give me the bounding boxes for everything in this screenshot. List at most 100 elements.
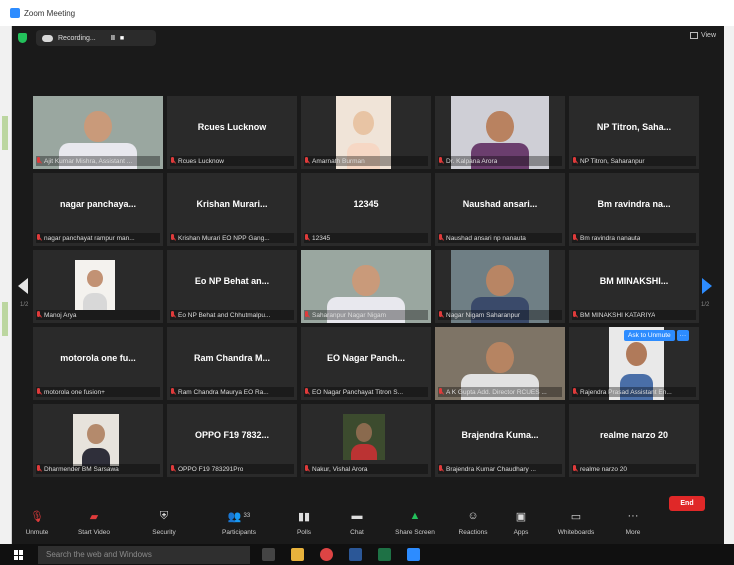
view-button[interactable]: View (689, 32, 716, 39)
share-screen-button[interactable]: ▲ Share Screen (390, 508, 440, 536)
arrow-right-icon (702, 278, 712, 294)
polls-icon: ▮▮ (297, 510, 311, 523)
participant-nameplate: Saharanpur Nagar Nigam (304, 310, 428, 320)
start-video-button[interactable]: ▰ Start Video (69, 508, 119, 537)
participant-tile[interactable]: A K Gupta Add. Director RCUES ... (435, 327, 565, 400)
participant-face (356, 423, 372, 442)
participant-display-name: Eo NP Behat an... (194, 276, 270, 286)
participant-tile[interactable]: Eo NP Behat an... Eo NP Behat and Chhutma… (167, 250, 297, 323)
task-view-icon[interactable] (262, 548, 275, 561)
participant-tile[interactable]: Ajit Kumar Mishra, Assistant ... (33, 96, 163, 169)
word-icon[interactable] (349, 548, 362, 561)
participants-button[interactable]: 👥 33 Participants (214, 508, 264, 537)
muted-mic-icon (170, 311, 176, 319)
participant-name-label: Rajendra Prasad Assistant En... (580, 388, 672, 396)
participant-tile[interactable]: nagar panchaya... nagar panchayat rampur … (33, 173, 163, 246)
screen: Zoom Meeting Recording... II ■ View 1/2 … (0, 0, 734, 565)
muted-mic-icon (572, 388, 578, 396)
participant-tile[interactable]: motorola one fu... motorola one fusion+ (33, 327, 163, 400)
previous-page-button[interactable] (18, 278, 28, 294)
participant-tile[interactable]: Nagar Nigam Saharanpur (435, 250, 565, 323)
muted-mic-icon (170, 234, 176, 242)
participant-tile[interactable]: 12345 12345 (301, 173, 431, 246)
reactions-button[interactable]: ☺ Reactions (448, 508, 498, 536)
participant-count: 33 (243, 513, 251, 519)
participant-tile[interactable]: Ram Chandra M... Ram Chandra Maurya EO Ra… (167, 327, 297, 400)
participant-tile[interactable]: Rcues Lucknow Rcues Lucknow (167, 96, 297, 169)
windows-taskbar: Search the web and Windows (0, 544, 734, 565)
chat-button[interactable]: ▬ Chat (332, 508, 382, 536)
participant-tile[interactable]: Naushad ansari... Naushad ansari np nanau… (435, 173, 565, 246)
participant-video (343, 414, 385, 460)
muted-mic-icon (438, 157, 444, 165)
muted-mic-icon (36, 234, 42, 242)
participant-tile[interactable]: Dharmender BM Sarsawa (33, 404, 163, 477)
participant-tile[interactable]: NP Titron, Saha... NP Titron, Saharanpur (569, 96, 699, 169)
muted-mic-icon (438, 465, 444, 473)
whiteboards-button[interactable]: ▭ Whiteboards (551, 508, 601, 537)
participant-face (87, 424, 105, 445)
participant-display-name: Ram Chandra M... (193, 353, 270, 363)
excel-icon[interactable] (378, 548, 391, 561)
encryption-shield-icon[interactable] (18, 33, 27, 43)
chrome-icon[interactable] (320, 548, 333, 561)
mic-off-icon: 🎙 (30, 510, 44, 523)
participant-display-name: Rcues Lucknow (197, 122, 267, 132)
participant-name-label: Brajendra Kumar Chaudhary ... (446, 465, 536, 473)
polls-button[interactable]: ▮▮ Polls (279, 508, 329, 537)
participant-tile[interactable]: OPPO F19 7832... OPPO F19 783291Pro (167, 404, 297, 477)
toolbar-button-label: More (625, 529, 641, 536)
muted-mic-icon (36, 311, 42, 319)
muted-mic-icon (170, 157, 176, 165)
muted-mic-icon (36, 157, 42, 165)
muted-mic-icon (36, 465, 42, 473)
participants-icon: 👥 (227, 510, 242, 523)
muted-mic-icon (170, 465, 176, 473)
participant-display-name: NP Titron, Saha... (596, 122, 672, 132)
participant-tile[interactable]: Krishan Murari... Krishan Murari EO NPP G… (167, 173, 297, 246)
next-page-button[interactable] (702, 278, 712, 294)
participant-tile[interactable]: realme narzo 20 realme narzo 20 (569, 404, 699, 477)
participant-name-label: nagar panchayat rampur man... (44, 234, 135, 242)
toolbar-button-label: Polls (296, 529, 312, 536)
participant-tile[interactable]: BM MINAKSHI... BM MINAKSHI KATARIYA (569, 250, 699, 323)
participant-tile[interactable]: Dr. Kalpana Arora (435, 96, 565, 169)
unmute-button[interactable]: 🎙 Unmute (12, 508, 62, 537)
file-explorer-icon[interactable] (291, 548, 304, 561)
participant-display-name: OPPO F19 7832... (194, 430, 270, 440)
stop-recording-button[interactable]: ■ (120, 35, 124, 42)
participant-nameplate: Amarnath Burman (304, 156, 428, 166)
taskbar-search[interactable]: Search the web and Windows (38, 546, 250, 564)
participant-nameplate: Dr. Kalpana Arora (438, 156, 562, 166)
zoom-taskbar-icon[interactable] (407, 548, 420, 561)
muted-mic-icon (304, 465, 310, 473)
participant-tile[interactable]: Brajendra Kuma... Brajendra Kumar Chaudha… (435, 404, 565, 477)
participant-tile[interactable]: Amarnath Burman (301, 96, 431, 169)
participant-nameplate: Brajendra Kumar Chaudhary ... (438, 464, 562, 474)
participant-name-label: Manoj Arya (44, 311, 77, 319)
participant-name-label: Naushad ansari np nanauta (446, 234, 526, 242)
tile-more-button[interactable]: ··· (676, 330, 690, 341)
muted-mic-icon (304, 388, 310, 396)
participant-display-name: 12345 (353, 199, 379, 209)
participant-tile[interactable]: Manoj Arya (33, 250, 163, 323)
security-button[interactable]: ⛨ Security (139, 508, 189, 537)
participant-tile[interactable]: Nakur, Vishal Arora (301, 404, 431, 477)
pause-recording-button[interactable]: II (111, 35, 115, 42)
recording-indicator: Recording... II ■ (36, 30, 156, 46)
more-button[interactable]: ··· More (608, 508, 658, 536)
participant-tile[interactable]: Bm ravindra na... Bm ravindra nanauta (569, 173, 699, 246)
apps-button[interactable]: ▣ Apps (496, 508, 546, 537)
participant-face (353, 110, 374, 135)
end-meeting-button[interactable]: End (669, 496, 705, 511)
participant-name-label: Bm ravindra nanauta (580, 234, 641, 242)
background-marker (2, 302, 8, 336)
participant-display-name: motorola one fu... (60, 353, 136, 363)
ask-to-unmute-button[interactable]: Ask to Unmute (624, 330, 675, 341)
participant-name-label: Nakur, Vishal Arora (312, 465, 368, 473)
participant-tile[interactable]: Saharanpur Nagar Nigam (301, 250, 431, 323)
participant-name-label: Dr. Kalpana Arora (446, 157, 498, 165)
participant-tile[interactable]: EO Nagar Panch... EO Nagar Panchayat Titr… (301, 327, 431, 400)
windows-start-icon[interactable] (14, 550, 24, 560)
muted-mic-icon (572, 234, 578, 242)
